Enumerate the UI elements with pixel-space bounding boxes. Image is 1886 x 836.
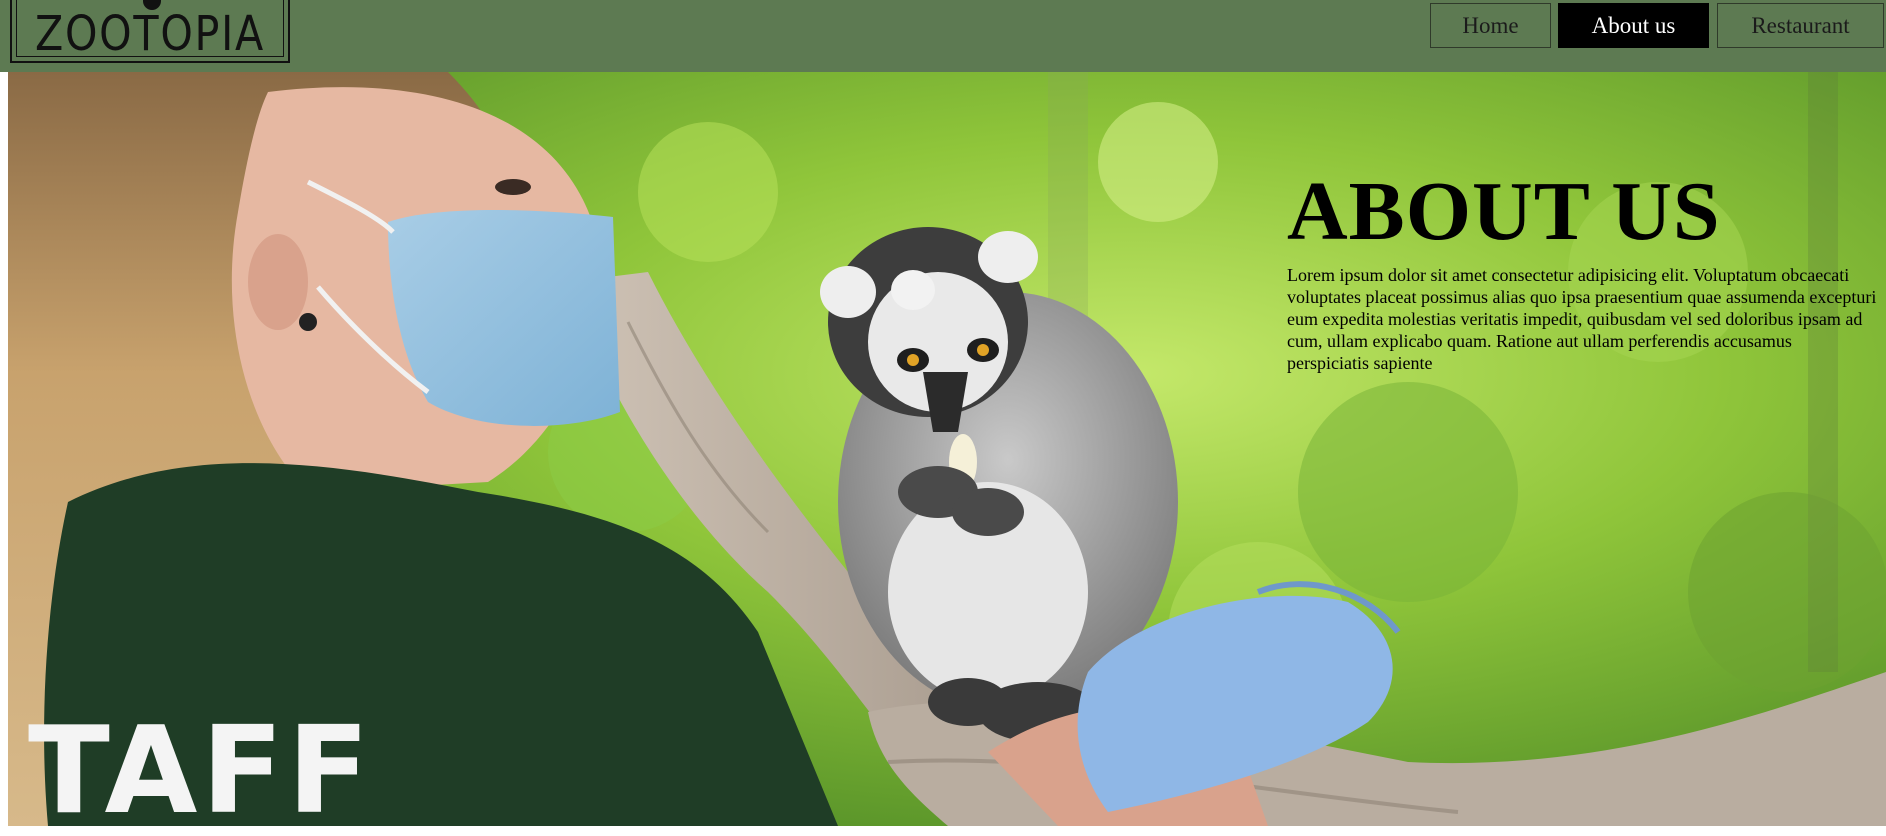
about-us-paragraph: Lorem ipsum dolor sit amet consectetur a… bbox=[1287, 265, 1877, 373]
page-bottom-strip bbox=[0, 826, 1886, 836]
zootopia-logo[interactable]: ZOOTOPIA bbox=[10, 0, 290, 63]
nav-restaurant-button[interactable]: Restaurant bbox=[1717, 3, 1884, 48]
logo-text: ZOOTOPIA bbox=[34, 6, 266, 62]
shirt-print-text: TAFF bbox=[28, 702, 373, 826]
about-us-content: ABOUT US Lorem ipsum dolor sit amet cons… bbox=[1287, 170, 1877, 374]
hero-section: TAFF ABOUT US Lorem ipsum dolor sit amet… bbox=[8, 72, 1886, 826]
page: ZOOTOPIA Home About us Restaurant TAFF A… bbox=[0, 0, 1886, 836]
nav-home-button[interactable]: Home bbox=[1430, 3, 1551, 48]
nav-about-us-button[interactable]: About us bbox=[1558, 3, 1709, 48]
about-us-title: ABOUT US bbox=[1287, 165, 1721, 258]
site-header: ZOOTOPIA Home About us Restaurant bbox=[0, 0, 1886, 72]
